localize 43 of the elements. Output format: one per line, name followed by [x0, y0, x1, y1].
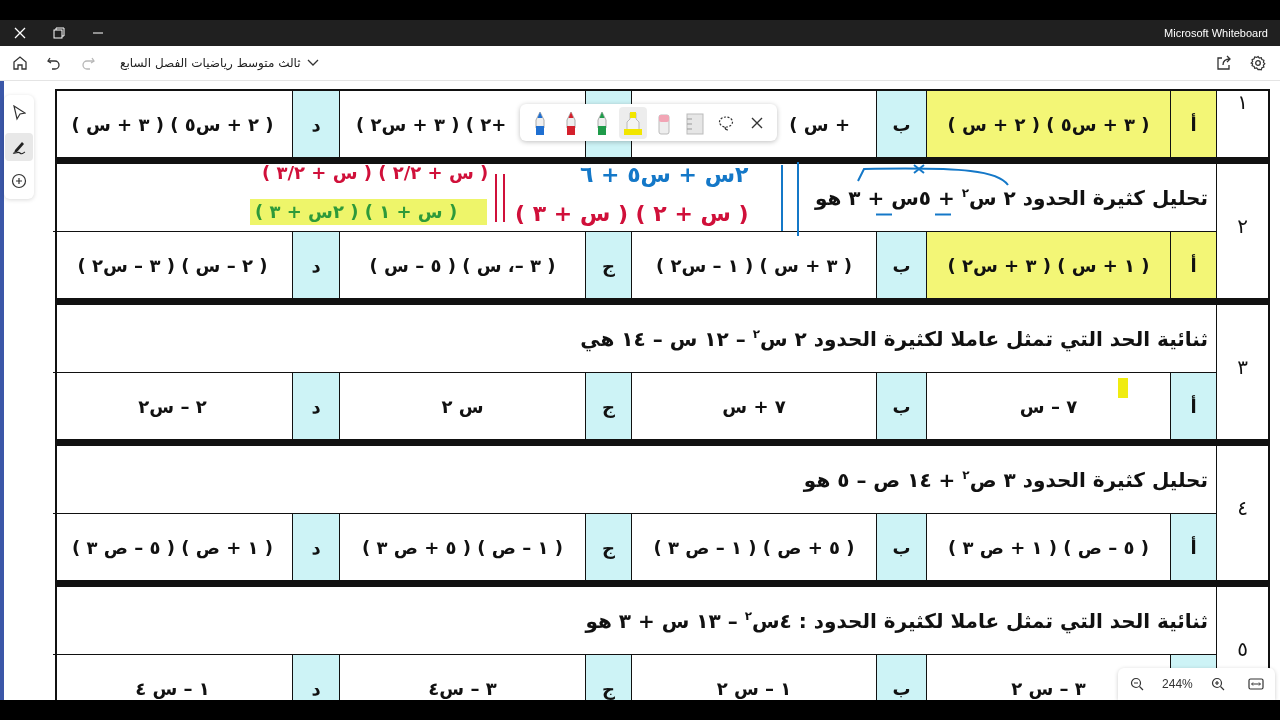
underline-stroke: [935, 213, 951, 216]
option-cell-text: ( ٣ ص – ٥ ) ( ص + ١ ): [71, 535, 275, 561]
option-letter-cell: ج: [585, 655, 631, 700]
cross-mark: [913, 164, 925, 174]
option-letter-cell: د: [292, 655, 339, 700]
option-cell-text: ٢س – ٢: [137, 394, 208, 419]
double-line-stroke: [494, 173, 506, 223]
question-text: تحليل كثيرة الحدود ٣ ص$^{٢}$ + ١٤ ص – ٥ هو: [803, 467, 1208, 492]
option-letter-cell: أ: [1170, 91, 1216, 157]
handwritten-note: ٦ + ٥س + س٢: [580, 162, 749, 189]
option-letter-cell: ب: [876, 373, 926, 439]
chevron-icon: [306, 59, 319, 67]
option-cell-text: ٤ س – ١: [134, 676, 211, 700]
option-letter-cell: ج: [585, 514, 631, 580]
option-letter-cell: ب: [876, 232, 926, 298]
option-letter-cell: أ: [1170, 373, 1216, 439]
option-letter-cell: د: [292, 91, 339, 157]
question-text: ثنائية الحد التي تمثل عاملا لكثيرة الحدود ٢ س$^{٢}$ – ١٢ س – ١٤ هي: [580, 326, 1208, 351]
option-letter-cell: ب: [876, 655, 926, 700]
pen-icon[interactable]: [5, 133, 33, 161]
board-title-dropdown[interactable]: ثالث متوسط رياضيات الفصل السابع: [116, 53, 323, 73]
question-text: تحليل كثيرة الحدود ٢ س$^{٢}$ + ٥س + ٣ هو: [814, 185, 1208, 210]
option-letter-cell: أ: [1170, 514, 1216, 580]
option-letter-cell: ج: [585, 232, 631, 298]
option-letter-cell: أ: [1170, 232, 1216, 298]
option-cell-text: ( ٢س – ٣ ) ( س – ٢ ): [76, 253, 269, 278]
handwritten-note: ( ٣ + س٢ ) ( ١ + س ): [255, 201, 458, 223]
option-letter-cell: د: [292, 232, 339, 298]
option-letter-cell: ب: [876, 514, 926, 580]
question-text: ثنائية الحد التي تمثل عاملا لكثيرة الحدود : ٤س$^{٢}$ – ١٣ س + ٣ هو: [585, 608, 1208, 633]
zoom-level: 244%: [1162, 677, 1193, 691]
option-cell: ( ٢س + ٣ ) ( س + ١ ): [926, 232, 1170, 298]
underline-stroke: [876, 213, 892, 216]
handwritten-note: ( ٣ + س ) ( ٢ + س ): [515, 201, 749, 228]
highlight-mark: [1118, 378, 1128, 398]
option-cell-text: ( س + ٣ ) ( ٥س + ٢ ): [70, 112, 275, 137]
app-title: Microsoft Whiteboard: [1164, 27, 1269, 39]
option-letter-cell: ب: [876, 91, 926, 157]
option-letter-cell: د: [292, 373, 339, 439]
handwritten-note: ( ٣/٢ + س ) ( ٢/٢ + س ): [262, 162, 489, 184]
option-letter-cell: ج: [585, 373, 631, 439]
option-cell: ( س + ٢ ) ( ٥س + ٣ ): [926, 91, 1170, 157]
option-letter-cell: د: [292, 514, 339, 580]
